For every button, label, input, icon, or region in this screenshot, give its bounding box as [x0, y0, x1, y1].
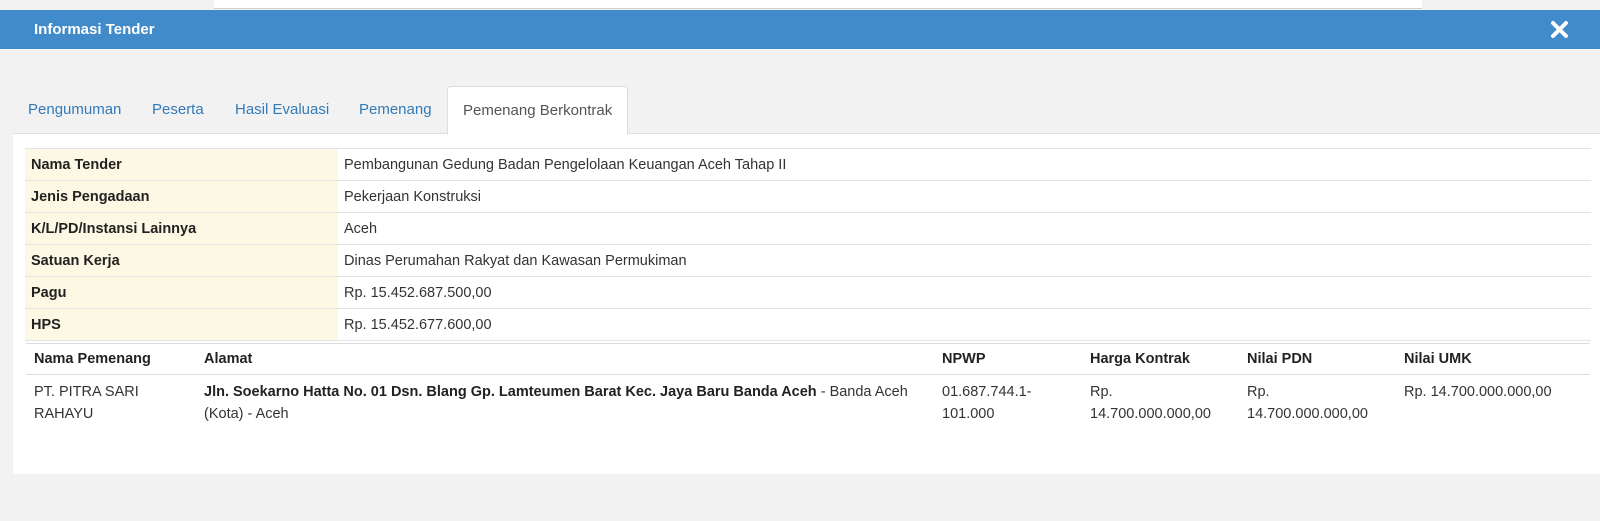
- tab-pengumuman[interactable]: Pengumuman: [28, 86, 121, 134]
- col-header-nilai-pdn: Nilai PDN: [1239, 343, 1396, 375]
- info-value: Pekerjaan Konstruksi: [338, 180, 1591, 213]
- col-header-nama-pemenang: Nama Pemenang: [26, 343, 196, 375]
- info-value: Rp. 15.452.687.500,00: [338, 276, 1591, 309]
- info-label: Pagu: [25, 276, 338, 309]
- info-row-satuan-kerja: Satuan Kerja Dinas Perumahan Rakyat dan …: [25, 244, 1591, 277]
- col-header-alamat: Alamat: [196, 343, 934, 375]
- info-value: Aceh: [338, 212, 1591, 245]
- info-label: Jenis Pengadaan: [25, 180, 338, 213]
- winner-address-street: Jln. Soekarno Hatta No. 01 Dsn. Blang Gp…: [204, 384, 817, 400]
- col-header-nilai-umk: Nilai UMK: [1396, 343, 1590, 375]
- winner-harga-kontrak: Rp. 14.700.000.000,00: [1090, 384, 1211, 422]
- info-row-instansi: K/L/PD/Instansi Lainnya Aceh: [25, 212, 1591, 245]
- info-value: Pembangunan Gedung Badan Pengelolaan Keu…: [338, 148, 1591, 181]
- tab-pemenang-berkontrak[interactable]: Pemenang Berkontrak: [447, 86, 629, 135]
- winner-address: Jln. Soekarno Hatta No. 01 Dsn. Blang Gp…: [196, 375, 934, 432]
- info-label: Satuan Kerja: [25, 244, 338, 277]
- info-row-hps: HPS Rp. 15.452.677.600,00: [25, 308, 1591, 341]
- info-row-nama-tender: Nama Tender Pembangunan Gedung Badan Pen…: [25, 148, 1591, 181]
- winner-nilai-umk: Rp. 14.700.000.000,00: [1404, 384, 1552, 400]
- info-label: K/L/PD/Instansi Lainnya: [25, 212, 338, 245]
- info-label: Nama Tender: [25, 148, 338, 181]
- winner-address-separator: -: [816, 384, 830, 400]
- info-label: HPS: [25, 308, 338, 341]
- close-icon[interactable]: [1549, 19, 1570, 40]
- col-header-npwp: NPWP: [934, 343, 1082, 375]
- page-top-strip: [0, 0, 1600, 10]
- tab-pemenang[interactable]: Pemenang: [359, 86, 432, 134]
- winner-npwp: 01.687.744.1-101.000: [942, 384, 1032, 422]
- underlying-page-edge: [214, 0, 1422, 9]
- info-row-pagu: Pagu Rp. 15.452.687.500,00: [25, 276, 1591, 309]
- tab-bar: Pengumuman Peserta Hasil Evaluasi Pemena…: [13, 86, 1600, 135]
- info-value: Rp. 15.452.677.600,00: [338, 308, 1591, 341]
- tab-hasil-evaluasi[interactable]: Hasil Evaluasi: [235, 86, 329, 134]
- table-row: PT. PITRA SARI RAHAYU Jln. Soekarno Hatt…: [26, 375, 1590, 432]
- winner-name: PT. PITRA SARI RAHAYU: [34, 384, 139, 422]
- winner-table-header: Nama Pemenang Alamat NPWP Harga Kontrak …: [26, 343, 1590, 375]
- winner-table: Nama Pemenang Alamat NPWP Harga Kontrak …: [26, 343, 1590, 431]
- col-header-harga-kontrak: Harga Kontrak: [1082, 343, 1239, 375]
- tab-peserta[interactable]: Peserta: [152, 86, 204, 134]
- info-value: Dinas Perumahan Rakyat dan Kawasan Permu…: [338, 244, 1591, 277]
- info-row-jenis-pengadaan: Jenis Pengadaan Pekerjaan Konstruksi: [25, 180, 1591, 213]
- winner-nilai-pdn: Rp. 14.700.000.000,00: [1247, 384, 1368, 422]
- tender-info-table: Nama Tender Pembangunan Gedung Badan Pen…: [25, 148, 1591, 341]
- modal-title: Informasi Tender: [34, 21, 155, 38]
- modal-header: Informasi Tender: [0, 10, 1600, 49]
